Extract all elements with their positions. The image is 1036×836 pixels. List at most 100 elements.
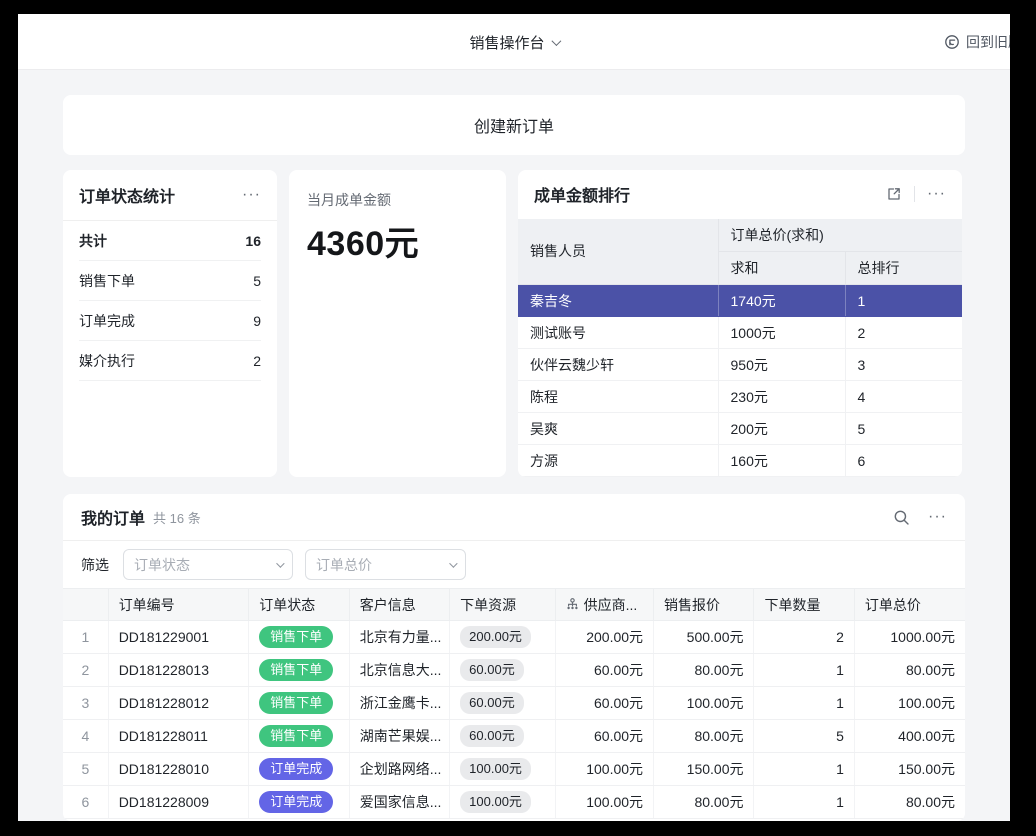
chevron-down-icon: [449, 559, 457, 567]
order-status-filter-select[interactable]: 订单状态: [123, 549, 293, 580]
col-resource[interactable]: 下单资源: [450, 589, 555, 621]
status-row[interactable]: 销售下单5: [79, 261, 261, 301]
ranking-sum: 160元: [718, 445, 845, 477]
ranking-person: 测试账号: [518, 317, 718, 349]
ranking-row[interactable]: 秦吉冬1740元1: [518, 285, 962, 317]
dashboard-switcher[interactable]: 销售操作台: [469, 14, 558, 70]
ranking-sum: 950元: [718, 349, 845, 381]
order-supplier-price: 100.00元: [555, 786, 653, 819]
order-row[interactable]: 2DD181228013销售下单北京信息大...60.00元60.00元80.0…: [63, 654, 965, 687]
open-in-new-icon[interactable]: [886, 186, 902, 202]
col-total[interactable]: 订单总价: [854, 589, 965, 621]
order-row[interactable]: 3DD181228012销售下单浙江金鹰卡...60.00元60.00元100.…: [63, 687, 965, 720]
ranking-rank: 5: [845, 413, 962, 445]
search-icon[interactable]: [893, 509, 910, 526]
ranking-sum: 1000元: [718, 317, 845, 349]
order-resource-badge[interactable]: 60.00元: [460, 692, 524, 714]
status-row-label: 订单完成: [79, 311, 135, 331]
ranking-col-sum[interactable]: 求和: [718, 252, 845, 285]
ranking-col-rank[interactable]: 总排行: [845, 252, 962, 285]
ranking-row[interactable]: 陈程230元4: [518, 381, 962, 413]
order-status-cell: 销售下单: [249, 654, 349, 687]
order-row-number: 2: [63, 654, 108, 687]
order-row[interactable]: 4DD181228011销售下单湖南芒果娱...60.00元60.00元80.0…: [63, 720, 965, 753]
order-no[interactable]: DD181229001: [108, 621, 249, 654]
order-supplier-price: 60.00元: [555, 720, 653, 753]
window-frame: 销售操作台 回到旧版 创建新订单 订单状态统计: [0, 0, 1036, 836]
ranking-row[interactable]: 测试账号1000元2: [518, 317, 962, 349]
order-customer[interactable]: 爱国家信息...: [349, 786, 449, 819]
orders-card-actions: ···: [893, 509, 947, 526]
ranking-row[interactable]: 吴爽200元5: [518, 413, 962, 445]
order-row[interactable]: 5DD181228010订单完成企划路网络...100.00元100.00元15…: [63, 753, 965, 786]
order-no[interactable]: DD181228011: [108, 720, 249, 753]
order-status-badge: 销售下单: [259, 659, 333, 681]
order-no[interactable]: DD181228013: [108, 654, 249, 687]
status-row-value: 16: [245, 233, 261, 249]
ranking-row[interactable]: 伙伴云魏少轩950元3: [518, 349, 962, 381]
status-row[interactable]: 媒介执行2: [79, 341, 261, 381]
amount-ranking-card: 成单金额排行 ···: [518, 170, 962, 477]
order-resource-badge[interactable]: 60.00元: [460, 725, 524, 747]
order-resource-badge[interactable]: 100.00元: [460, 758, 531, 780]
order-row-number: 6: [63, 786, 108, 819]
order-customer[interactable]: 湖南芒果娱...: [349, 720, 449, 753]
order-supplier-price: 100.00元: [555, 753, 653, 786]
order-no[interactable]: DD181228010: [108, 753, 249, 786]
orders-card-title: 我的订单: [81, 505, 145, 529]
orders-table: 订单编号 订单状态 客户信息 下单资源: [63, 588, 965, 819]
order-qty: 1: [754, 786, 854, 819]
order-row[interactable]: 6DD181228009订单完成爱国家信息...100.00元100.00元80…: [63, 786, 965, 819]
ranking-rank: 2: [845, 317, 962, 349]
order-customer[interactable]: 北京有力量...: [349, 621, 449, 654]
order-customer[interactable]: 北京信息大...: [349, 654, 449, 687]
ranking-col-person[interactable]: 销售人员: [518, 219, 718, 285]
ranking-col-group[interactable]: 订单总价(求和): [718, 219, 962, 252]
create-order-button[interactable]: 创建新订单: [63, 95, 965, 155]
orders-card-header: 我的订单 共 16 条 ···: [63, 494, 965, 540]
order-qty: 2: [754, 621, 854, 654]
ranking-rank: 1: [845, 285, 962, 317]
ranking-person: 陈程: [518, 381, 718, 413]
orders-filter-bar: 筛选 订单状态 订单总价: [63, 540, 965, 588]
back-to-old-version-link[interactable]: 回到旧版: [944, 14, 1010, 70]
order-qty: 5: [754, 720, 854, 753]
order-row-number: 1: [63, 621, 108, 654]
more-menu-icon[interactable]: ···: [928, 509, 947, 525]
my-orders-card: 我的订单 共 16 条 ··· 筛选: [63, 494, 965, 821]
col-qty[interactable]: 下单数量: [754, 589, 854, 621]
order-no[interactable]: DD181228012: [108, 687, 249, 720]
page-title: 销售操作台: [469, 32, 544, 53]
order-resource-badge[interactable]: 100.00元: [460, 791, 531, 813]
ranking-rank: 3: [845, 349, 962, 381]
ranking-row[interactable]: 方源160元6: [518, 445, 962, 477]
order-no[interactable]: DD181228009: [108, 786, 249, 819]
order-status-cell: 销售下单: [249, 621, 349, 654]
order-status-cell: 销售下单: [249, 687, 349, 720]
divider: [914, 186, 915, 202]
status-row[interactable]: 订单完成 9: [79, 301, 261, 341]
col-customer[interactable]: 客户信息: [349, 589, 449, 621]
more-menu-icon[interactable]: ···: [927, 186, 946, 202]
order-customer[interactable]: 企划路网络...: [349, 753, 449, 786]
order-total-filter-placeholder: 订单总价: [316, 555, 372, 575]
order-resource-badge[interactable]: 60.00元: [460, 659, 524, 681]
order-customer[interactable]: 浙江金鹰卡...: [349, 687, 449, 720]
col-quote[interactable]: 销售报价: [654, 589, 754, 621]
order-resource-badge[interactable]: 200.00元: [460, 626, 531, 648]
status-row[interactable]: 共计16: [79, 221, 261, 261]
order-resource-cell: 60.00元: [450, 720, 555, 753]
status-row-value: 9: [253, 313, 261, 329]
col-supplier[interactable]: 供应商...: [555, 589, 653, 621]
col-order-status[interactable]: 订单状态: [249, 589, 349, 621]
ranking-card-actions: ···: [886, 186, 946, 202]
more-menu-icon[interactable]: ···: [242, 187, 261, 203]
order-row[interactable]: 1DD181229001销售下单北京有力量...200.00元200.00元50…: [63, 621, 965, 654]
order-status-cell: 订单完成: [249, 753, 349, 786]
ranking-card-header: 成单金额排行 ···: [518, 170, 962, 219]
order-status-badge: 销售下单: [259, 626, 333, 648]
col-order-no[interactable]: 订单编号: [108, 589, 249, 621]
order-total-filter-select[interactable]: 订单总价: [305, 549, 466, 580]
order-resource-cell: 100.00元: [450, 753, 555, 786]
order-row-number: 4: [63, 720, 108, 753]
